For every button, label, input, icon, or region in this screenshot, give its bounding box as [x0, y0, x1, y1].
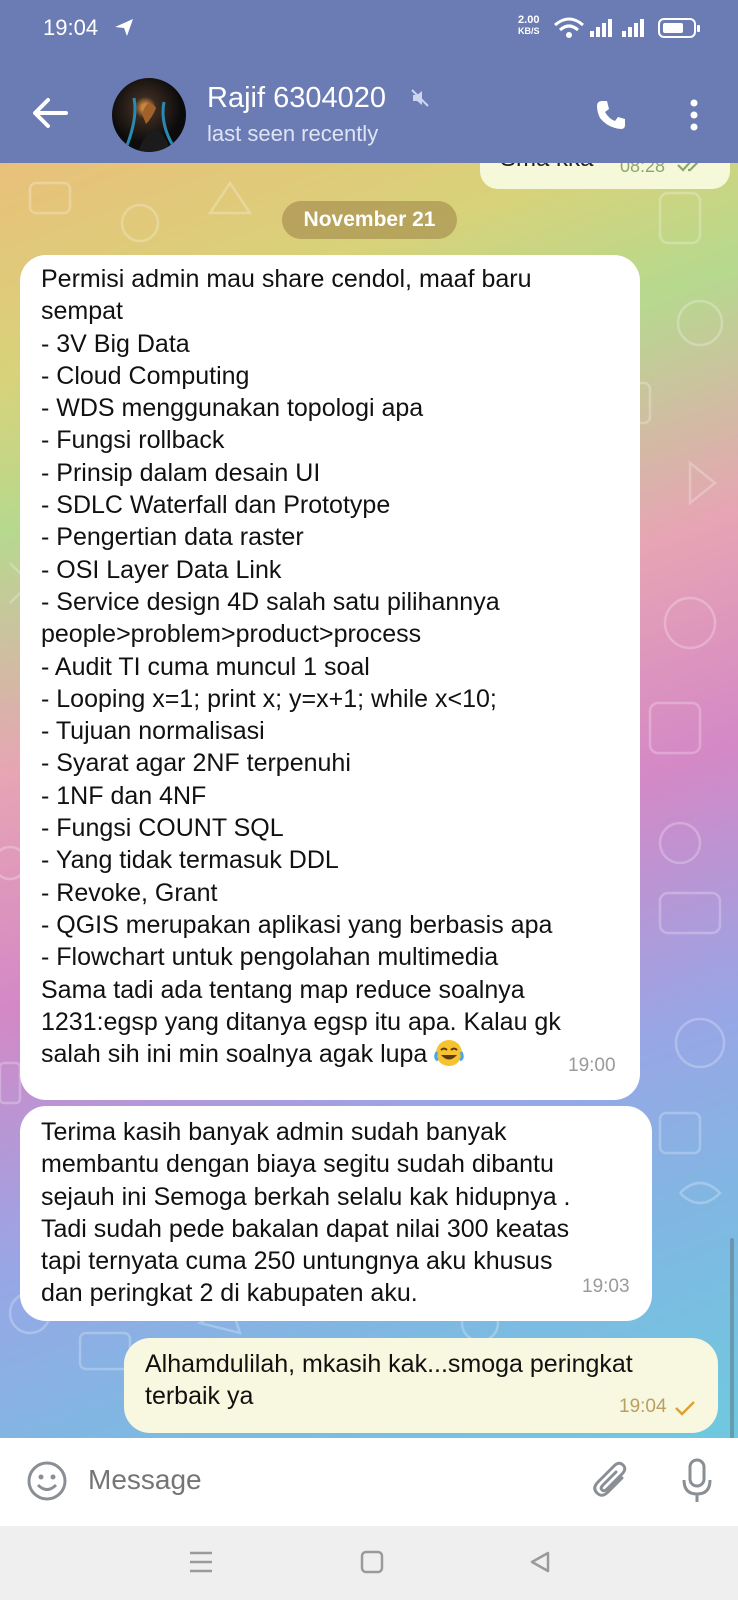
back-nav-icon[interactable] [528, 1550, 552, 1574]
network-speed-unit: KB/S [518, 26, 540, 36]
message-line: - Tujuan normalisasi [41, 717, 265, 746]
message-input[interactable] [88, 1464, 558, 1496]
message-line: people>problem>product>process [41, 620, 422, 649]
message-composer [0, 1438, 738, 1526]
system-nav-bar [0, 1526, 738, 1600]
menu-nav-icon[interactable] [188, 1550, 214, 1574]
double-check-icon [677, 163, 699, 172]
message-line: - Prinsip dalam desain UI [41, 458, 321, 487]
message-line: tapi ternyata cuma 250 untungnya aku khu… [41, 1247, 553, 1276]
message-line: - Revoke, Grant [41, 878, 218, 907]
message-line: - 1NF dan 4NF [41, 781, 207, 810]
previous-message-bubble[interactable]: Sma kka 08:28 [480, 163, 730, 189]
previous-message-text: Sma kka [500, 163, 593, 173]
message-line: - WDS menggunakan topologi apa [41, 394, 424, 423]
wifi-icon [554, 17, 584, 38]
message-line: Permisi admin mau share cendol, maaf bar… [41, 265, 532, 293]
message-line: - Syarat agar 2NF terpenuhi [41, 749, 351, 778]
message-time: 19:03 [582, 1276, 630, 1297]
message-line: - Flowchart untuk pengolahan multimedia [41, 943, 499, 972]
more-vertical-icon[interactable] [688, 98, 700, 132]
message-line: - OSI Layer Data Link [41, 555, 282, 584]
message-bubble-incoming[interactable]: Permisi admin mau share cendol, maaf bar… [20, 255, 640, 1100]
phone-icon[interactable] [594, 98, 628, 132]
battery-icon [658, 18, 700, 38]
message-time: 19:00 [568, 1055, 616, 1076]
app-header: 19:04 2.00 KB/S Rajif 6304020 last seen … [0, 0, 738, 163]
message-line: sejauh ini Semoga berkah selalu kak hidu… [41, 1182, 571, 1211]
message-line: - 3V Big Data [41, 329, 190, 358]
message-line: - SDLC Waterfall dan Prototype [41, 491, 391, 520]
status-bar: 19:04 2.00 KB/S [0, 0, 738, 56]
back-arrow-icon[interactable] [30, 95, 70, 131]
message-line: membantu dengan biaya segitu sudah diban… [41, 1150, 554, 1179]
send-status-icon [115, 19, 133, 36]
signal-icon-2 [622, 19, 644, 37]
signal-icon [590, 19, 612, 37]
message-text: Alhamdulilah, mkasih kak...smoga peringk… [145, 1348, 633, 1413]
message-line: - Yang tidak termasuk DDL [41, 846, 339, 875]
emoji-icon[interactable] [26, 1460, 68, 1502]
message-bubble-incoming[interactable]: Terima kasih banyak admin sudah banyak m… [20, 1106, 652, 1321]
previous-message-time: 08:28 [620, 163, 666, 176]
message-line: - QGIS merupakan aplikasi yang berbasis … [41, 910, 553, 939]
message-bubble-outgoing[interactable]: Alhamdulilah, mkasih kak...smoga peringk… [124, 1338, 718, 1433]
tears-of-joy-emoji-icon [434, 1040, 465, 1067]
message-text: Permisi admin mau share cendol, maaf bar… [41, 263, 561, 1070]
message-line: - Looping x=1; print x; y=x+1; while x<1… [41, 684, 497, 713]
message-line: 1231:egsp yang ditanya egsp itu apa. Kal… [41, 1007, 561, 1036]
network-speed: 2.00 KB/S [518, 15, 540, 37]
message-text: Terima kasih banyak admin sudah banyak m… [41, 1116, 571, 1310]
message-line: - Cloud Computing [41, 361, 250, 390]
avatar[interactable] [112, 78, 186, 152]
message-line: dan peringkat 2 di kabupaten aku. [41, 1279, 418, 1308]
message-time: 19:04 [619, 1396, 667, 1417]
avatar-artwork [124, 97, 174, 152]
chat-status: last seen recently [207, 121, 379, 146]
status-time: 19:04 [43, 15, 99, 40]
date-chip: November 21 [282, 201, 457, 239]
message-line: - Fungsi COUNT SQL [41, 814, 284, 843]
attach-icon[interactable] [592, 1460, 632, 1504]
message-line: Alhamdulilah, mkasih kak...smoga peringk… [145, 1350, 633, 1378]
message-line: - Pengertian data raster [41, 523, 304, 552]
message-line: Sama tadi ada tentang map reduce soalnya [41, 975, 525, 1004]
message-line: - Audit TI cuma muncul 1 soal [41, 652, 370, 681]
network-speed-value: 2.00 [518, 14, 540, 26]
chat-scrollbar[interactable] [730, 1238, 734, 1438]
single-check-icon [675, 1401, 695, 1416]
microphone-icon[interactable] [680, 1458, 714, 1504]
muted-icon [411, 89, 429, 107]
message-line: sempat [41, 297, 123, 326]
chat-area[interactable]: Sma kka 08:28 November 21 Permisi admin … [0, 163, 738, 1438]
message-line: - Service design 4D salah satu pilihanny… [41, 587, 500, 616]
message-line: - Fungsi rollback [41, 426, 225, 455]
message-line: terbaik ya [145, 1382, 254, 1411]
message-line: Terima kasih banyak admin sudah banyak [41, 1118, 507, 1146]
chat-title[interactable]: Rajif 6304020 [207, 82, 386, 115]
message-line: Tadi sudah pede bakalan dapat nilai 300 … [41, 1214, 570, 1243]
battery-level [663, 23, 683, 33]
message-line: salah sih ini min soalnya agak lupa [41, 1040, 428, 1069]
home-nav-icon[interactable] [360, 1550, 384, 1574]
